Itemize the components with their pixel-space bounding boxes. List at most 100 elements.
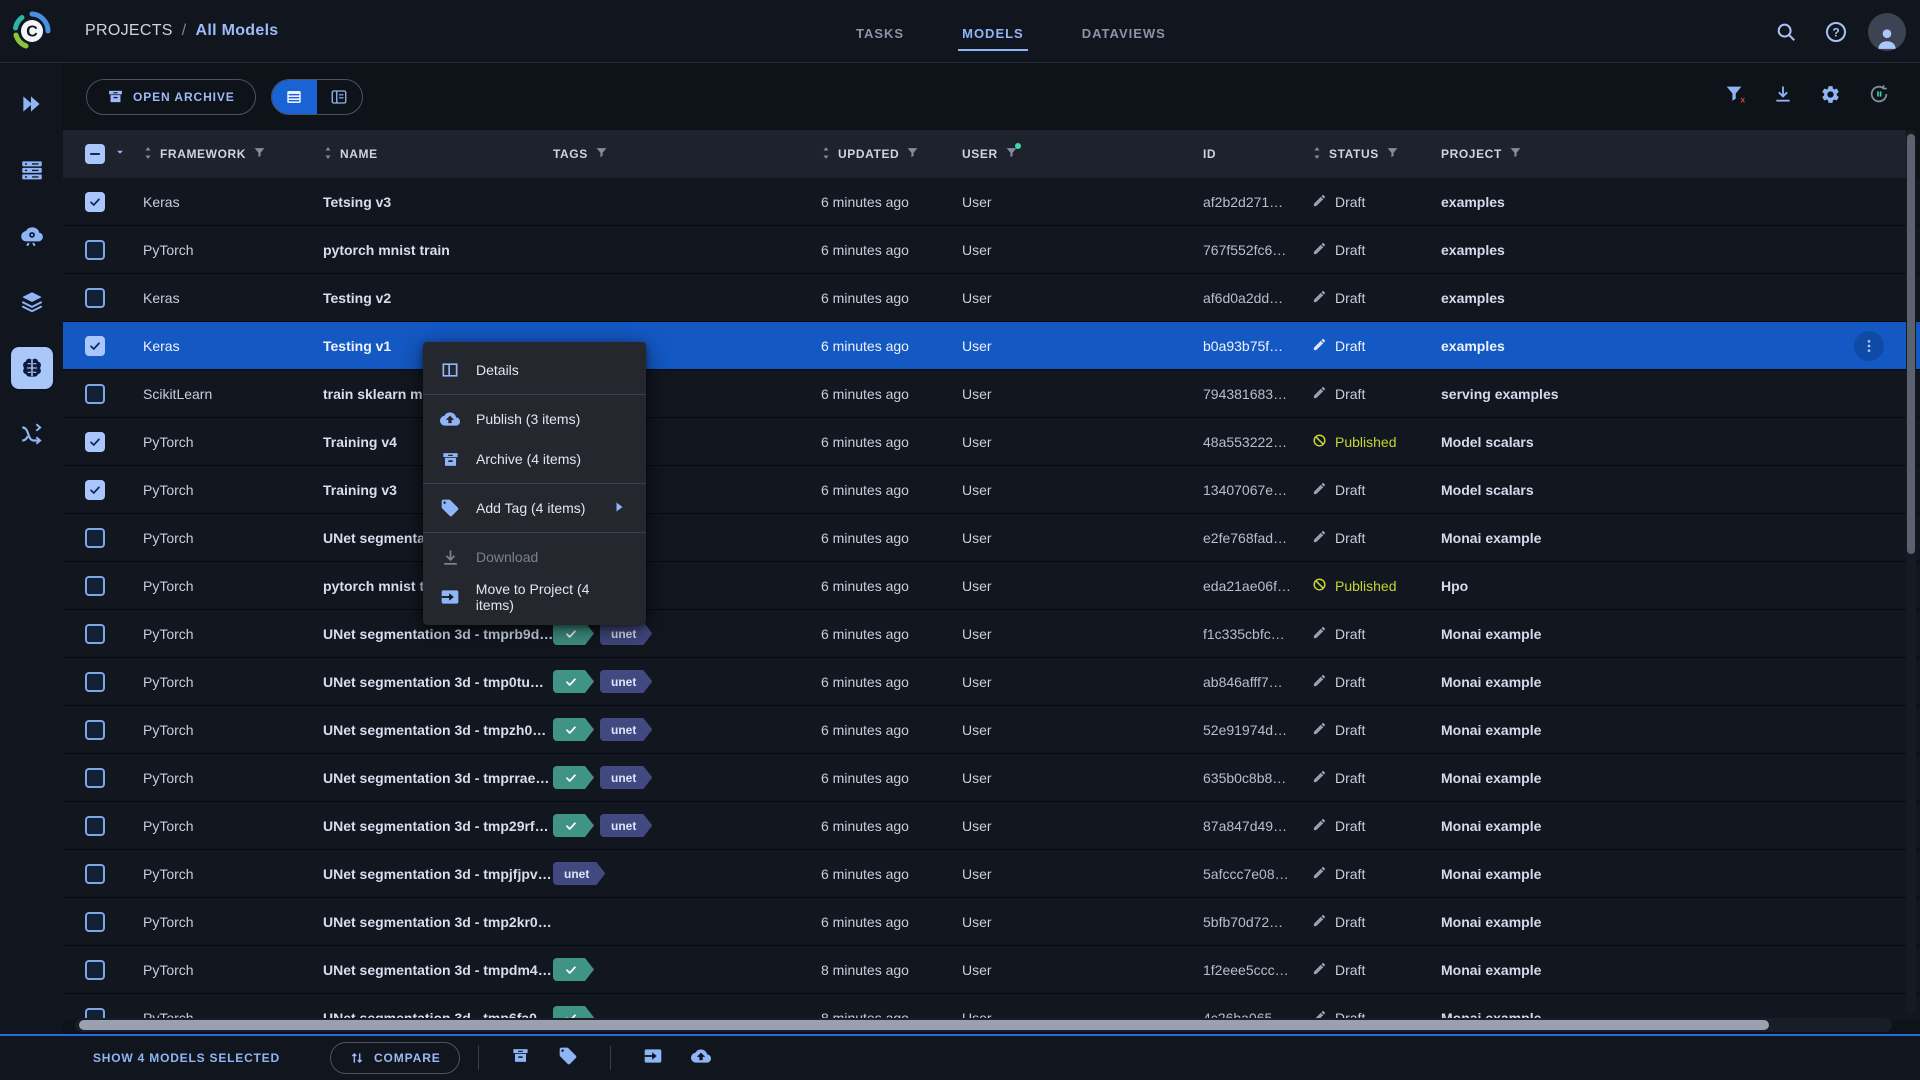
table-row[interactable]: ScikitLearn train sklearn mo 6 minutes ago… bbox=[63, 370, 1920, 418]
table-row[interactable]: PyTorch UNet segmentation 3d - tmprb9d… un… bbox=[63, 610, 1920, 658]
footer-archive-button[interactable] bbox=[511, 1046, 530, 1070]
row-checkbox[interactable] bbox=[85, 431, 105, 452]
filter-status[interactable] bbox=[1386, 146, 1399, 162]
pencil-icon bbox=[1312, 241, 1327, 256]
table-row[interactable]: PyTorch UNet segmentation 3d - tmp29rf… un… bbox=[63, 802, 1920, 850]
footer-move-to-project-button[interactable] bbox=[643, 1046, 663, 1071]
table-row[interactable]: PyTorch UNet segmentat 6 minutes ago User e2… bbox=[63, 514, 1920, 562]
menu-item-publish[interactable]: Publish (3 items) bbox=[423, 399, 646, 439]
settings-gear-icon[interactable] bbox=[1820, 84, 1841, 110]
horizontal-scrollbar[interactable] bbox=[75, 1018, 1892, 1032]
compare-button[interactable]: COMPARE bbox=[329, 1042, 460, 1074]
table-row[interactable]: PyTorch UNet segmentation 3d - tmpjfjpv… u… bbox=[63, 850, 1920, 898]
sidebar-item-models[interactable] bbox=[10, 347, 53, 389]
filter-user[interactable] bbox=[1005, 143, 1021, 162]
menu-item-details[interactable]: Details bbox=[423, 350, 646, 390]
filter-tags[interactable] bbox=[595, 146, 608, 162]
row-checkbox[interactable] bbox=[85, 383, 105, 404]
open-archive-button[interactable]: OPEN ARCHIVE bbox=[86, 78, 256, 115]
menu-item-move-to-project[interactable]: Move to Project (4 items) bbox=[423, 577, 646, 617]
table-row[interactable]: PyTorch pytorch mnist tr 6 minutes ago User… bbox=[63, 562, 1920, 610]
selection-count-label[interactable]: SHOW 4 MODELS SELECTED bbox=[93, 1051, 280, 1065]
filter-updated[interactable] bbox=[906, 146, 919, 162]
row-checkbox[interactable] bbox=[85, 287, 105, 308]
footer-add-tag-button[interactable] bbox=[558, 1046, 578, 1071]
breadcrumb-root[interactable]: PROJECTS bbox=[85, 22, 173, 40]
table-row[interactable]: PyTorch UNet segmentation 3d - tmp2kr0… 6 … bbox=[63, 898, 1920, 946]
column-header-updated[interactable]: UPDATED bbox=[821, 146, 962, 163]
sort-framework[interactable] bbox=[143, 146, 153, 163]
row-checkbox[interactable] bbox=[85, 575, 105, 596]
download-icon[interactable] bbox=[1773, 84, 1793, 109]
row-checkbox[interactable] bbox=[85, 335, 105, 356]
sidebar-item-pipelines[interactable] bbox=[11, 413, 53, 455]
cloud-autoscaler-icon bbox=[19, 223, 45, 249]
column-header-status[interactable]: STATUS bbox=[1312, 146, 1441, 163]
table-row[interactable]: PyTorch UNet segmentation 3d - tmp0tu… une… bbox=[63, 658, 1920, 706]
row-checkbox[interactable] bbox=[85, 911, 105, 932]
table-row[interactable]: PyTorch Training v3 6 minutes ago User 13407… bbox=[63, 466, 1920, 514]
table-row[interactable]: PyTorch Training v4 6 minutes ago User 48a55… bbox=[63, 418, 1920, 466]
menu-item-archive[interactable]: Archive (4 items) bbox=[423, 439, 646, 479]
footer-publish-button[interactable] bbox=[690, 1046, 711, 1071]
avatar[interactable] bbox=[1868, 12, 1906, 51]
filter-reset-icon[interactable]: x bbox=[1724, 83, 1746, 110]
tab-models[interactable]: MODELS bbox=[958, 4, 1028, 59]
menu-item-add-tag[interactable]: Add Tag (4 items) bbox=[423, 488, 646, 528]
table-row[interactable]: PyTorch UNet segmentation 3d - tmprrae… un… bbox=[63, 754, 1920, 802]
row-checkbox[interactable] bbox=[85, 815, 105, 836]
column-header-user[interactable]: USER bbox=[962, 143, 1203, 162]
row-checkbox[interactable] bbox=[85, 863, 105, 884]
row-checkbox[interactable] bbox=[85, 959, 105, 980]
selection-menu-caret[interactable] bbox=[114, 145, 126, 163]
sidebar-item-getting-started[interactable] bbox=[11, 83, 53, 125]
row-checkbox[interactable] bbox=[85, 527, 105, 548]
column-header-framework[interactable]: FRAMEWORK bbox=[143, 146, 323, 163]
column-header-project[interactable]: PROJECT bbox=[1441, 146, 1906, 162]
row-checkbox-cell bbox=[63, 911, 143, 932]
filter-framework[interactable] bbox=[253, 146, 266, 162]
row-checkbox[interactable] bbox=[85, 479, 105, 500]
cell-framework: Keras bbox=[143, 193, 180, 210]
auto-refresh-icon[interactable] bbox=[1868, 83, 1890, 110]
column-header-name[interactable]: NAME bbox=[323, 146, 553, 163]
tab-tasks[interactable]: TASKS bbox=[852, 4, 908, 59]
cell-project: Monai example bbox=[1441, 913, 1542, 930]
column-header-id[interactable]: ID bbox=[1203, 147, 1312, 161]
help-icon[interactable]: ? bbox=[1818, 14, 1854, 50]
table-row[interactable]: PyTorch pytorch mnist train 6 minutes ago U… bbox=[63, 226, 1920, 274]
check-icon bbox=[88, 340, 102, 352]
clearml-logo[interactable]: C bbox=[0, 0, 63, 63]
row-checkbox[interactable] bbox=[85, 767, 105, 788]
column-header-tags[interactable]: TAGS bbox=[553, 146, 821, 162]
table-view-button[interactable] bbox=[271, 79, 317, 114]
table-row[interactable]: Keras Testing v1 6 minutes ago User b0a93b75… bbox=[63, 322, 1920, 370]
tab-dataviews[interactable]: DATAVIEWS bbox=[1078, 4, 1170, 59]
search-icon[interactable] bbox=[1768, 14, 1804, 50]
row-checkbox[interactable] bbox=[85, 719, 105, 740]
table-row[interactable]: Keras Tetsing v3 6 minutes ago User af2b2d27… bbox=[63, 178, 1920, 226]
row-menu-button[interactable] bbox=[1854, 331, 1884, 361]
row-checkbox[interactable] bbox=[85, 191, 105, 212]
table-row[interactable]: PyTorch UNet segmentation 3d - tmp6fa0 8 m… bbox=[63, 994, 1920, 1020]
table-row[interactable]: PyTorch UNet segmentation 3d - tmpdm4… 8 m… bbox=[63, 946, 1920, 994]
sidebar-item-cloud-autoscaler[interactable] bbox=[11, 215, 53, 257]
sidebar-item-datasets[interactable] bbox=[11, 281, 53, 323]
table-row[interactable]: PyTorch UNet segmentation 3d - tmpzh0… une… bbox=[63, 706, 1920, 754]
sort-updated[interactable] bbox=[821, 146, 831, 163]
select-all-checkbox[interactable] bbox=[85, 144, 105, 164]
horizontal-scrollbar-thumb[interactable] bbox=[79, 1020, 1769, 1030]
sort-name[interactable] bbox=[323, 146, 333, 163]
vertical-scrollbar[interactable] bbox=[1906, 130, 1916, 1014]
row-checkbox[interactable] bbox=[85, 623, 105, 644]
filter-project[interactable] bbox=[1509, 146, 1522, 162]
table-row[interactable]: Keras Testing v2 6 minutes ago User af6d0a2d… bbox=[63, 274, 1920, 322]
row-checkbox[interactable] bbox=[85, 239, 105, 260]
row-checkbox[interactable] bbox=[85, 671, 105, 692]
cell-name: pytorch mnist train bbox=[323, 241, 450, 258]
sidebar-item-workers-queues[interactable] bbox=[11, 149, 53, 191]
cell-updated: 6 minutes ago bbox=[821, 913, 909, 930]
card-view-button[interactable] bbox=[317, 80, 362, 114]
sort-status[interactable] bbox=[1312, 146, 1322, 163]
vertical-scrollbar-thumb[interactable] bbox=[1907, 134, 1915, 554]
